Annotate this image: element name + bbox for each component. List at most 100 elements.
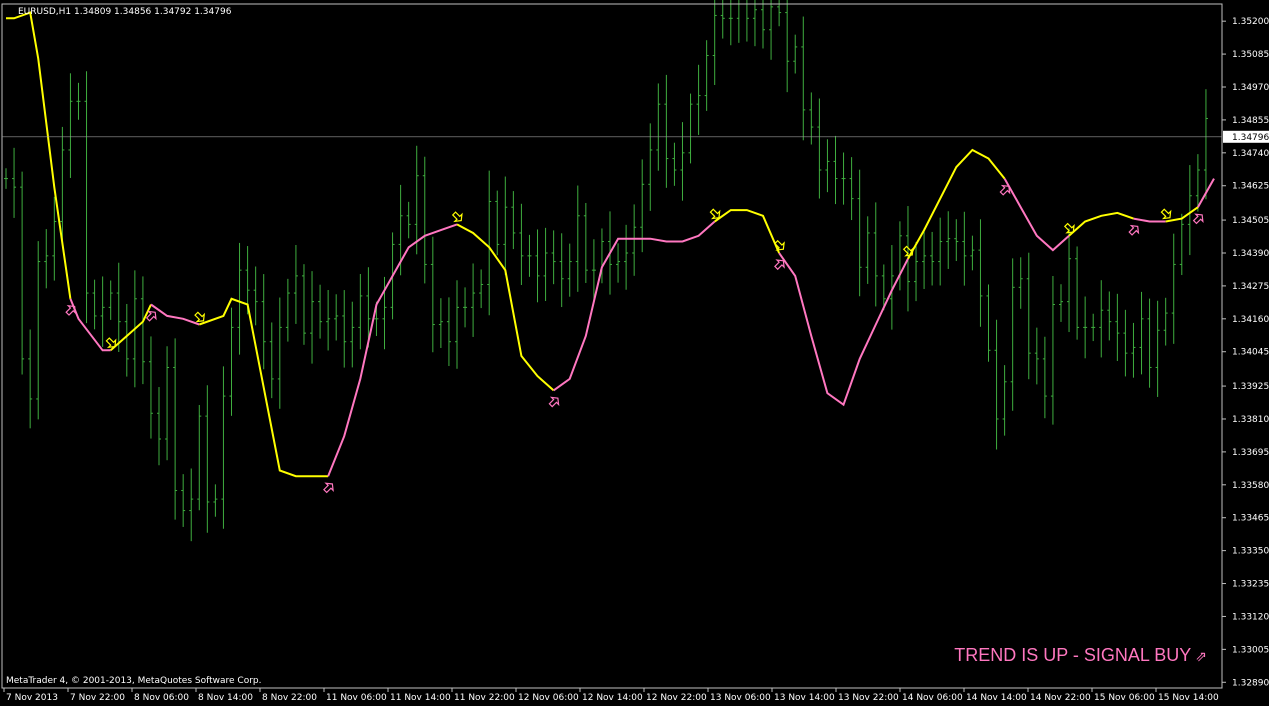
y-tick-label: 1.34160	[1232, 315, 1269, 325]
candle	[269, 322, 274, 399]
candle	[116, 262, 121, 353]
buy-arrow-icon	[1192, 213, 1204, 225]
candle	[318, 284, 323, 339]
candle	[696, 64, 701, 135]
x-tick-label: 14 Nov 14:00	[966, 693, 1027, 703]
candle	[688, 93, 693, 164]
candle	[1155, 300, 1160, 397]
candle	[761, 0, 766, 49]
x-tick-label: 12 Nov 22:00	[646, 693, 707, 703]
sell-arrow-icon	[105, 337, 117, 349]
copyright-text: MetaTrader 4, © 2001-2013, MetaQuotes So…	[6, 676, 262, 686]
arrow-shape	[709, 208, 721, 220]
y-tick-label: 1.35085	[1232, 50, 1269, 60]
trend-segment-down	[110, 304, 152, 352]
candle	[1099, 280, 1104, 358]
candle	[68, 73, 73, 178]
candle	[237, 242, 242, 355]
candle	[1179, 213, 1184, 276]
candle	[495, 190, 500, 256]
candle	[503, 176, 508, 276]
sell-arrow-icon	[1063, 222, 1075, 234]
buy-arrow-icon	[774, 259, 785, 271]
candle	[52, 196, 57, 281]
candle	[583, 202, 588, 283]
candle	[857, 169, 862, 297]
candle	[954, 219, 959, 262]
candle	[672, 142, 677, 186]
candle	[261, 274, 266, 370]
candle	[801, 16, 806, 141]
x-tick-label: 13 Nov 22:00	[838, 693, 899, 703]
candle	[897, 221, 902, 291]
y-tick-label: 1.33810	[1232, 415, 1269, 425]
candle	[165, 346, 170, 461]
candle	[986, 284, 991, 362]
arrow-shape	[1063, 222, 1075, 234]
candle	[744, 0, 749, 42]
candle	[527, 234, 532, 277]
candle	[704, 40, 709, 111]
candle	[44, 229, 49, 289]
x-tick-label: 12 Nov 06:00	[518, 693, 579, 703]
candle	[100, 276, 105, 347]
candle	[1067, 228, 1072, 333]
candle	[841, 152, 846, 205]
trend-segment-down	[714, 209, 781, 254]
x-tick-label: 7 Nov 2013	[6, 693, 58, 703]
candle	[1018, 257, 1023, 309]
chart-title: EURUSD,H1 1.34809 1.34856 1.34792 1.3479…	[18, 7, 232, 17]
sell-arrow-icon	[451, 211, 463, 223]
candle	[406, 201, 411, 239]
trend-signal-text: TREND IS UP - SIGNAL BUY	[954, 645, 1192, 665]
trend-segment-up	[1003, 178, 1070, 252]
candle	[140, 276, 145, 385]
y-tick-label: 1.34505	[1232, 216, 1269, 226]
trend-signal-label: TREND IS UP - SIGNAL BUY ⇗	[954, 645, 1207, 666]
candle	[946, 211, 951, 269]
candle	[1131, 322, 1136, 378]
candle	[253, 266, 258, 326]
candle	[970, 235, 975, 271]
candle	[157, 387, 162, 466]
candle	[825, 139, 830, 193]
candle	[342, 290, 347, 368]
candle	[849, 157, 854, 221]
candle	[736, 0, 741, 43]
y-tick-label: 1.34275	[1232, 282, 1269, 292]
candle	[293, 245, 298, 324]
candle	[656, 83, 661, 171]
candle	[624, 224, 629, 290]
y-tick-label: 1.33465	[1232, 514, 1269, 524]
candle	[914, 242, 919, 302]
x-tick-label: 12 Nov 14:00	[582, 693, 643, 703]
candle	[1171, 233, 1176, 344]
price-chart[interactable]: 1.35200 1.35085 1.34970 1.34855 1.34740 1.346…	[0, 0, 1269, 706]
candle	[543, 227, 548, 302]
candle	[680, 122, 685, 201]
candle	[1115, 293, 1120, 361]
y-tick-label: 1.33120	[1232, 612, 1269, 622]
x-tick-label: 8 Nov 06:00	[134, 693, 189, 703]
x-tick-label: 11 Nov 06:00	[326, 693, 387, 703]
x-tick-label: 14 Nov 06:00	[902, 693, 963, 703]
candle	[471, 263, 476, 337]
candle	[277, 297, 282, 409]
candle	[213, 484, 218, 517]
candle	[92, 279, 97, 330]
y-tick-label: 1.34740	[1232, 149, 1269, 159]
candle	[575, 185, 580, 292]
trend-segment-up	[1133, 217, 1166, 223]
y-tick-label: 1.33235	[1232, 580, 1269, 590]
x-tick-label: 11 Nov 22:00	[454, 693, 515, 703]
candle	[616, 243, 621, 283]
x-tick-label: 13 Nov 06:00	[710, 693, 771, 703]
candle	[4, 168, 8, 189]
y-tick-label: 1.34970	[1232, 83, 1269, 93]
candle	[1034, 327, 1039, 385]
candle	[1050, 275, 1055, 425]
y-tick-label: 1.35200	[1232, 17, 1269, 27]
x-tick-label: 14 Nov 22:00	[1030, 693, 1091, 703]
candle	[334, 294, 339, 341]
candle	[1187, 165, 1192, 256]
